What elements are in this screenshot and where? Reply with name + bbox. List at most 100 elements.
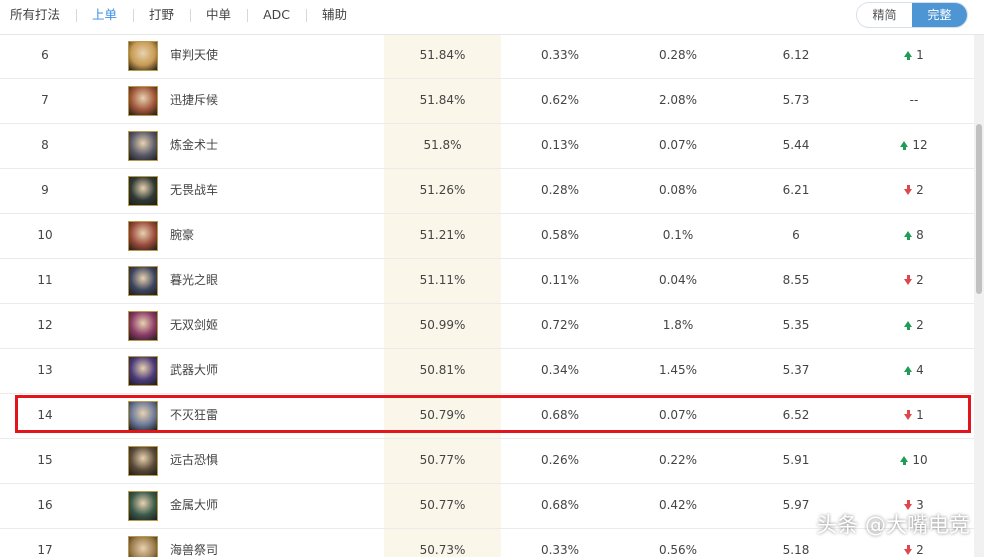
hero-cell[interactable]: 暮光之眼: [128, 258, 378, 303]
table-row[interactable]: 15 远古恐惧 50.77% 0.26% 0.22% 5.91 10: [0, 438, 974, 484]
arrow-down-icon: [904, 274, 913, 285]
kda-cell: 5.37: [782, 363, 810, 377]
kda-cell: 5.91: [782, 453, 810, 467]
ban-rate-cell: 1.8%: [662, 318, 694, 332]
table-row[interactable]: 7 迅捷斥候 51.84% 0.62% 2.08% 5.73 --: [0, 78, 974, 124]
hero-avatar: [128, 355, 158, 386]
tab-3[interactable]: 中单: [190, 0, 247, 30]
win-rate-cell: 50.77%: [419, 498, 466, 512]
rank-change-cell: 12: [855, 123, 973, 168]
rank-change-cell: 2: [855, 168, 973, 213]
tab-1[interactable]: 上单: [76, 0, 133, 30]
tab-4[interactable]: ADC: [247, 0, 306, 30]
rank-cell: 8: [41, 138, 49, 152]
rank-cell: 11: [37, 273, 53, 287]
hero-name: 武器大师: [170, 363, 219, 377]
ban-rate-cell: 0.56%: [658, 543, 698, 557]
rank-cell: 10: [37, 228, 53, 242]
pick-rate-cell: 0.26%: [540, 453, 580, 467]
arrow-up-icon: [904, 365, 913, 375]
rank-cell: 16: [37, 498, 53, 512]
hero-cell[interactable]: 无双剑姬: [128, 303, 378, 348]
ban-rate-cell: 2.08%: [658, 93, 698, 107]
hero-name: 暮光之眼: [170, 273, 219, 287]
arrow-down-icon: [904, 544, 913, 555]
win-rate-cell: 51.21%: [419, 228, 466, 242]
hero-avatar: [128, 175, 158, 206]
hero-cell[interactable]: 金属大师: [128, 483, 378, 528]
pick-rate-cell: 0.28%: [540, 183, 580, 197]
ban-rate-cell: 0.42%: [658, 498, 698, 512]
full-view-button[interactable]: 完整: [912, 3, 967, 27]
hero-avatar: [128, 310, 158, 341]
rank-cell: 13: [37, 363, 53, 377]
ban-rate-cell: 0.07%: [658, 138, 698, 152]
table-row[interactable]: 8 炼金术士 51.8% 0.13% 0.07% 5.44 12: [0, 123, 974, 169]
hero-cell[interactable]: 腕豪: [128, 213, 378, 258]
hero-cell[interactable]: 远古恐惧: [128, 438, 378, 483]
kda-cell: 5.35: [782, 318, 810, 332]
rank-change-value: 2: [916, 273, 924, 287]
pick-rate-cell: 0.58%: [540, 228, 580, 242]
table-row[interactable]: 11 暮光之眼 51.11% 0.11% 0.04% 8.55 2: [0, 258, 974, 304]
arrow-up-icon: [900, 455, 909, 465]
win-rate-cell: 50.73%: [419, 543, 466, 557]
table-row[interactable]: 6 审判天使 51.84% 0.33% 0.28% 6.12 1: [0, 34, 974, 79]
hero-cell[interactable]: 武器大师: [128, 348, 378, 393]
pick-rate-cell: 0.62%: [540, 93, 580, 107]
arrow-up-icon: [904, 320, 913, 330]
rank-change-cell: 10: [855, 438, 973, 483]
win-rate-cell: 51.84%: [419, 93, 466, 107]
pick-rate-cell: 0.13%: [540, 138, 580, 152]
hero-avatar: [128, 220, 158, 251]
win-rate-cell: 50.81%: [419, 363, 466, 377]
rank-change-value: 2: [916, 183, 924, 197]
win-rate-cell: 50.77%: [419, 453, 466, 467]
hero-cell[interactable]: 炼金术士: [128, 123, 378, 168]
scrollbar[interactable]: [974, 34, 984, 557]
hero-stats-table: 6 审判天使 51.84% 0.33% 0.28% 6.12 1 7 迅捷斥候 51.84% 0.6…: [0, 34, 974, 557]
tab-5[interactable]: 辅助: [305, 0, 363, 30]
kda-cell: 6.12: [782, 48, 810, 62]
pick-rate-cell: 0.72%: [540, 318, 580, 332]
arrow-up-icon: [904, 230, 913, 240]
table-row[interactable]: 13 武器大师 50.81% 0.34% 1.45% 5.37 4: [0, 348, 974, 394]
hero-avatar: [128, 85, 158, 116]
hero-cell[interactable]: 迅捷斥候: [128, 78, 378, 123]
ban-rate-cell: 0.1%: [662, 228, 694, 242]
table-row[interactable]: 10 腕豪 51.21% 0.58% 0.1% 6 8: [0, 213, 974, 259]
table-row[interactable]: 9 无畏战车 51.26% 0.28% 0.08% 6.21 2: [0, 168, 974, 214]
hero-cell[interactable]: 审判天使: [128, 34, 378, 78]
rank-cell: 7: [41, 93, 49, 107]
table-row[interactable]: 12 无双剑姬 50.99% 0.72% 1.8% 5.35 2: [0, 303, 974, 349]
rank-change-cell: 1: [855, 34, 973, 78]
hero-name: 无畏战车: [170, 183, 219, 197]
view-toggle: 精简 完整: [856, 2, 968, 28]
rank-change-cell: 8: [855, 213, 973, 258]
pick-rate-cell: 0.33%: [540, 543, 580, 557]
hero-avatar: [128, 40, 158, 71]
hero-avatar: [128, 535, 158, 557]
rank-change-cell: --: [855, 78, 973, 123]
simple-view-button[interactable]: 精简: [857, 3, 912, 27]
pick-rate-cell: 0.34%: [540, 363, 580, 377]
win-rate-cell: 51.26%: [419, 183, 466, 197]
ban-rate-cell: 0.08%: [658, 183, 698, 197]
arrow-down-icon: [904, 184, 913, 195]
hero-name: 腕豪: [170, 228, 195, 242]
scrollbar-thumb[interactable]: [976, 124, 982, 294]
rank-change-value: 2: [916, 318, 924, 332]
watermark: 头条 @大嘴电竞: [816, 513, 970, 537]
tab-2[interactable]: 打野: [133, 0, 190, 30]
rank-change-value: 10: [912, 453, 928, 467]
hero-name: 炼金术士: [170, 138, 219, 152]
rank-cell: 9: [41, 183, 49, 197]
rank-change-value: 12: [912, 138, 928, 152]
kda-cell: 5.73: [782, 93, 810, 107]
hero-name: 金属大师: [170, 498, 219, 512]
hero-cell[interactable]: 海兽祭司: [128, 528, 378, 557]
hero-cell[interactable]: 无畏战车: [128, 168, 378, 213]
rank-change-cell: 4: [855, 348, 973, 393]
ban-rate-cell: 1.45%: [658, 363, 698, 377]
tab-0[interactable]: 所有打法: [0, 0, 76, 30]
